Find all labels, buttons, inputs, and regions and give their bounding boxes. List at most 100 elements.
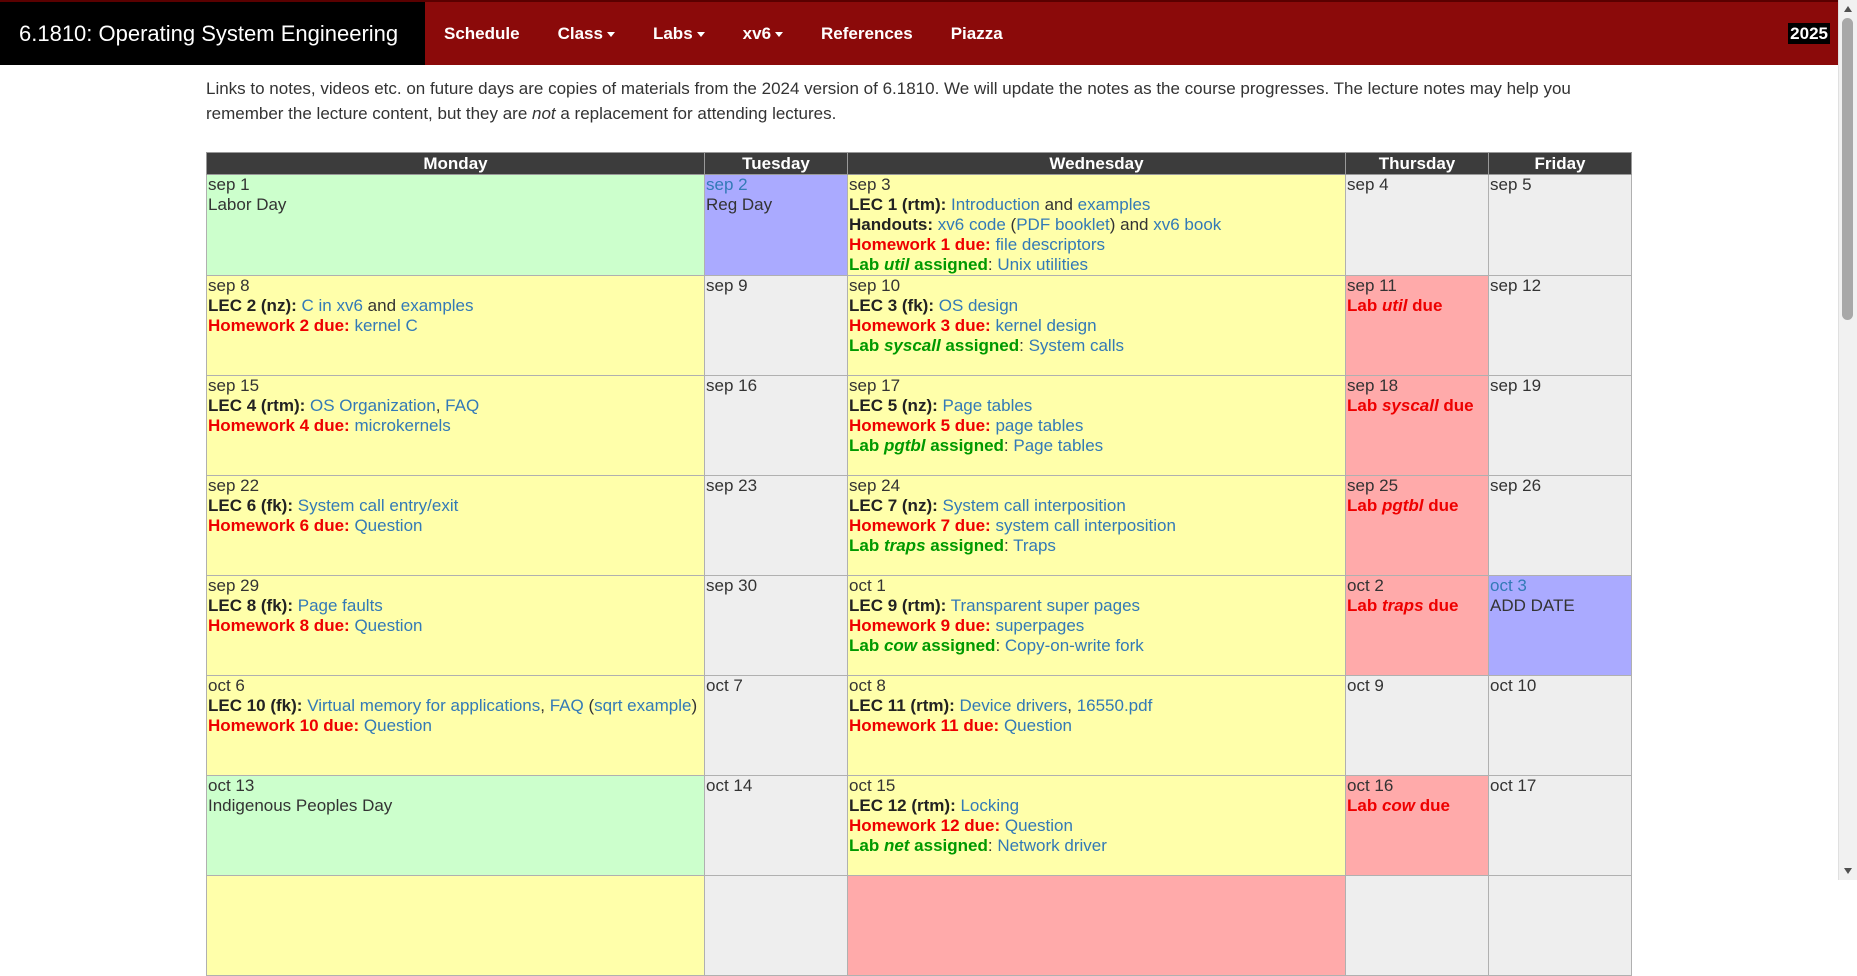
- caret-down-icon: [775, 32, 784, 38]
- lab-link[interactable]: Network driver: [997, 836, 1107, 855]
- lab-due-name: cow: [1381, 796, 1416, 815]
- nav-labs-dropdown[interactable]: Labs: [634, 2, 724, 65]
- lecture-link[interactable]: sqrt example: [594, 696, 691, 715]
- lecture-link[interactable]: Page tables: [943, 396, 1033, 415]
- cell-date: sep 5: [1490, 175, 1532, 195]
- homework-line: Homework 10 due: Question: [208, 716, 703, 736]
- homework-link[interactable]: Question: [1005, 816, 1073, 835]
- homework-link[interactable]: Question: [354, 616, 422, 635]
- lecture-label: LEC 1 (rtm):: [849, 195, 947, 214]
- lecture-link[interactable]: OS design: [939, 296, 1018, 315]
- intro-text-2: a replacement for attending lectures.: [555, 104, 837, 123]
- lab-link[interactable]: Page tables: [1013, 436, 1103, 455]
- nav-xv6-dropdown[interactable]: xv6: [724, 2, 802, 65]
- calendar-week-row: oct 6 LEC 10 (fk): Virtual memory for app…: [206, 675, 1632, 776]
- scrollbar-thumb[interactable]: [1842, 18, 1853, 320]
- lecture-link[interactable]: Page faults: [298, 596, 383, 615]
- lab-due-line: Lab util due: [1347, 296, 1487, 316]
- lecture-link[interactable]: OS Organization: [310, 396, 436, 415]
- handout-link[interactable]: xv6 book: [1153, 215, 1221, 234]
- homework-line: Homework 1 due: file descriptors: [849, 235, 1344, 255]
- lab-due-name: util: [1381, 296, 1408, 315]
- lecture-line: LEC 4 (rtm): OS Organization, FAQ: [208, 396, 703, 416]
- cell-date: sep 8: [208, 276, 250, 296]
- lecture-link[interactable]: Transparent super pages: [951, 596, 1140, 615]
- cell-date: sep 11: [1347, 276, 1397, 296]
- cell-date[interactable]: sep 2: [706, 176, 748, 195]
- lecture-link[interactable]: C in xv6: [302, 296, 363, 315]
- cell-date[interactable]: oct 3: [1490, 577, 1527, 596]
- lab-link[interactable]: Copy-on-write fork: [1005, 636, 1144, 655]
- handout-link[interactable]: xv6 code: [938, 215, 1006, 234]
- cell-date: sep 25: [1347, 476, 1399, 496]
- separator-text: ,: [1067, 696, 1077, 715]
- cell-date: sep 4: [1347, 175, 1389, 195]
- lecture-link[interactable]: Virtual memory for applications: [307, 696, 540, 715]
- homework-line: Homework 9 due: superpages: [849, 616, 1344, 636]
- lecture-link[interactable]: FAQ: [445, 396, 479, 415]
- nav-class-dropdown[interactable]: Class: [539, 2, 634, 65]
- lab-link[interactable]: Unix utilities: [997, 255, 1088, 274]
- calendar-week-row: sep 1 Labor Day sep 2 Reg Day sep 3 LEC 1 (rt…: [206, 174, 1632, 276]
- calendar-cell-monday: oct 6 LEC 10 (fk): Virtual memory for app…: [206, 675, 705, 776]
- homework-line: Homework 8 due: Question: [208, 616, 703, 636]
- cell-date: sep 30: [706, 576, 758, 596]
- lab-link[interactable]: Traps: [1013, 536, 1056, 555]
- calendar-cell-thursday: sep 4: [1345, 174, 1489, 276]
- lab-suffix: assigned: [940, 336, 1020, 355]
- nav-schedule[interactable]: Schedule: [425, 2, 539, 65]
- homework-link[interactable]: Question: [364, 716, 432, 735]
- homework-line: Homework 2 due: kernel C: [208, 316, 703, 336]
- lecture-link[interactable]: examples: [401, 296, 474, 315]
- calendar-cell-monday: oct 13 Indigenous Peoples Day: [206, 775, 705, 876]
- homework-link[interactable]: file descriptors: [995, 235, 1105, 254]
- calendar-cell-friday: oct 10: [1488, 675, 1632, 776]
- homework-link[interactable]: kernel design: [995, 316, 1096, 335]
- cell-date: sep 26: [1490, 476, 1542, 496]
- lecture-label: LEC 7 (nz):: [849, 496, 938, 515]
- lecture-link[interactable]: examples: [1078, 195, 1151, 214]
- homework-link[interactable]: Question: [354, 516, 422, 535]
- homework-link[interactable]: kernel C: [354, 316, 417, 335]
- lecture-line: LEC 9 (rtm): Transparent super pages: [849, 596, 1344, 616]
- calendar-cell-monday: sep 8 LEC 2 (nz): C in xv6 and examples Ho…: [206, 275, 705, 376]
- lecture-link[interactable]: System call entry/exit: [298, 496, 459, 515]
- cell-note: Labor Day: [208, 195, 287, 214]
- nav-piazza-label: Piazza: [950, 24, 1003, 43]
- calendar-cell-monday: sep 29 LEC 8 (fk): Page faults Homework 8 …: [206, 575, 705, 676]
- day-header-wednesday: Wednesday: [847, 152, 1346, 175]
- day-header-thursday: Thursday: [1345, 152, 1489, 175]
- homework-link[interactable]: microkernels: [354, 416, 450, 435]
- cell-date: sep 9: [706, 276, 748, 296]
- lecture-link[interactable]: 16550.pdf: [1077, 696, 1153, 715]
- cell-date: oct 13: [208, 776, 255, 796]
- lecture-line: LEC 1 (rtm): Introduction and examples: [849, 195, 1344, 215]
- nav-references[interactable]: References: [802, 2, 932, 65]
- lecture-link[interactable]: FAQ: [550, 696, 584, 715]
- handout-link[interactable]: PDF booklet: [1016, 215, 1110, 234]
- lecture-link[interactable]: Locking: [960, 796, 1019, 815]
- day-header-friday: Friday: [1488, 152, 1632, 175]
- lab-suffix: assigned: [925, 536, 1004, 555]
- homework-link[interactable]: superpages: [995, 616, 1084, 635]
- nav-piazza[interactable]: Piazza: [932, 2, 1022, 65]
- homework-link[interactable]: system call interposition: [995, 516, 1175, 535]
- site-brand[interactable]: 6.1810: Operating System Engineering: [0, 2, 425, 65]
- lecture-link[interactable]: System call interposition: [943, 496, 1126, 515]
- lecture-link[interactable]: Device drivers: [960, 696, 1068, 715]
- lecture-link[interactable]: Introduction: [951, 195, 1040, 214]
- homework-link[interactable]: Question: [1004, 716, 1072, 735]
- calendar-cell-thursday: [1345, 875, 1489, 976]
- lecture-line: LEC 7 (nz): System call interposition: [849, 496, 1344, 516]
- lab-suffix: assigned: [917, 636, 996, 655]
- lab-link[interactable]: System calls: [1029, 336, 1124, 355]
- lab-due-prefix: Lab: [1347, 496, 1382, 515]
- lab-suffix: assigned: [925, 436, 1004, 455]
- scroll-up-arrow-icon[interactable]: [1844, 6, 1852, 12]
- homework-link[interactable]: page tables: [995, 416, 1083, 435]
- vertical-scrollbar[interactable]: [1838, 0, 1857, 880]
- scroll-down-arrow-icon[interactable]: [1844, 868, 1852, 874]
- calendar-week-row-partial: [206, 875, 1632, 976]
- lab-assigned-line: Lab syscall assigned: System calls: [849, 336, 1344, 356]
- cell-date: oct 17: [1490, 776, 1537, 796]
